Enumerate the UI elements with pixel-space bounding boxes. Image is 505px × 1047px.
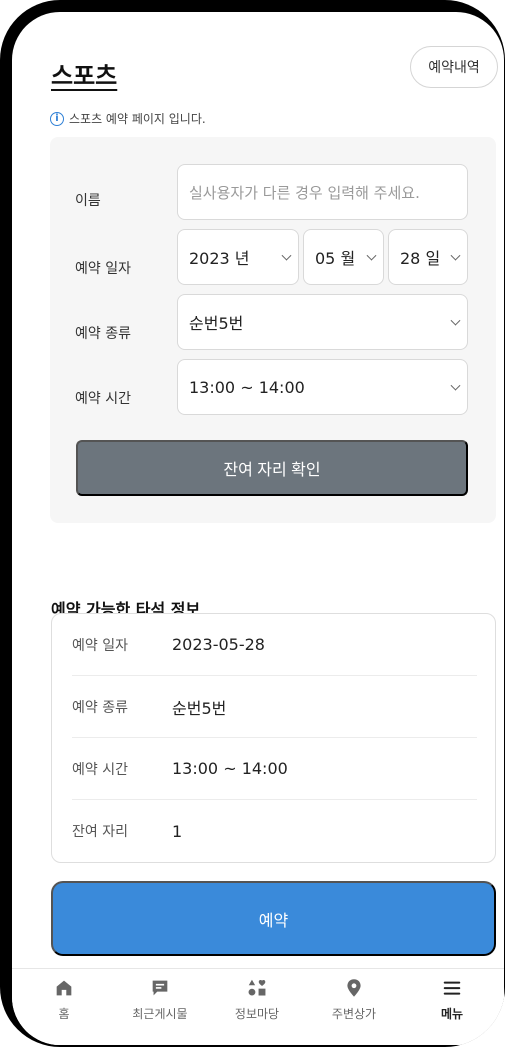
nav-label: 주변상가 [331, 1007, 377, 1021]
chevron-down-icon [450, 380, 461, 391]
chevron-down-icon [281, 250, 292, 261]
time-select[interactable]: 13:00 ~ 14:00 [177, 359, 468, 415]
day-select[interactable]: 28 일 [388, 229, 468, 285]
name-label: 이름 [75, 193, 101, 209]
nav-item-nearby-stores[interactable]: 주변상가 [312, 977, 396, 1022]
type-label: 예약 종류 [75, 326, 131, 342]
info-row-type: 예약 종류 순번5번 [72, 676, 477, 738]
nav-label: 최근게시물 [132, 1007, 188, 1021]
info-label: 예약 종류 [72, 699, 128, 716]
info-label: 잔여 자리 [72, 824, 128, 840]
year-value: 2023 년 [189, 249, 250, 268]
info-label: 예약 시간 [72, 761, 128, 778]
page-notice: i 스포츠 예약 페이지 입니다. [50, 110, 206, 127]
day-value: 28 일 [400, 249, 441, 268]
home-icon [56, 980, 72, 996]
info-value: 1 [172, 821, 183, 841]
info-row-time: 예약 시간 13:00 ~ 14:00 [72, 738, 477, 800]
month-value: 05 월 [315, 249, 356, 268]
type-select[interactable]: 순번5번 [177, 294, 468, 350]
page-title: 스포츠 [51, 62, 118, 90]
bottom-navigation: 홈 최근게시물 정보마당 주변상가 메뉴 [12, 968, 504, 1045]
reservation-form: 이름 실사용자가 다른 경우 입력해 주세요. 예약 일자 2023 년 05 … [50, 137, 496, 523]
nav-label: 메뉴 [440, 1007, 464, 1021]
info-label: 예약 일자 [72, 637, 128, 654]
hamburger-menu-icon [443, 981, 461, 995]
nav-item-menu[interactable]: 메뉴 [410, 977, 494, 1022]
nav-item-info-yard[interactable]: 정보마당 [215, 977, 299, 1022]
nav-label: 정보마당 [234, 1007, 280, 1021]
date-label: 예약 일자 [75, 261, 131, 277]
phone-frame: 스포츠 예약내역 i 스포츠 예약 페이지 입니다. 이름 실사용자가 다른 경… [0, 0, 505, 1047]
info-value: 순번5번 [172, 698, 227, 718]
info-row-date: 예약 일자 2023-05-28 [72, 614, 477, 676]
time-value: 13:00 ~ 14:00 [189, 377, 305, 397]
check-availability-button[interactable]: 잔여 자리 확인 [76, 440, 468, 496]
nav-item-recent-posts[interactable]: 최근게시물 [118, 977, 202, 1022]
reserve-button[interactable]: 예약 [51, 881, 496, 956]
chevron-down-icon [450, 250, 461, 261]
year-select[interactable]: 2023 년 [177, 229, 299, 285]
type-value: 순번5번 [189, 314, 244, 333]
month-select[interactable]: 05 월 [303, 229, 384, 285]
name-input[interactable]: 실사용자가 다른 경우 입력해 주세요. [177, 164, 468, 220]
location-pin-icon [347, 979, 361, 997]
info-value: 13:00 ~ 14:00 [172, 759, 288, 778]
app-screen: 스포츠 예약내역 i 스포츠 예약 페이지 입니다. 이름 실사용자가 다른 경… [12, 12, 504, 1045]
notice-text: 스포츠 예약 페이지 입니다. [69, 112, 206, 126]
time-label: 예약 시간 [75, 391, 131, 407]
nav-item-home[interactable]: 홈 [22, 977, 106, 1022]
seat-info-card: 예약 일자 2023-05-28 예약 종류 순번5번 예약 시간 13:00 … [51, 613, 496, 863]
shapes-icon [248, 979, 266, 996]
chevron-down-icon [450, 315, 461, 326]
info-row-remaining: 잔여 자리 1 [72, 800, 477, 862]
chevron-down-icon [366, 250, 377, 261]
info-icon: i [50, 111, 64, 126]
reservation-history-button[interactable]: 예약내역 [410, 46, 498, 88]
message-icon [152, 980, 168, 996]
nav-label: 홈 [58, 1007, 70, 1021]
info-value: 2023-05-28 [172, 635, 265, 654]
